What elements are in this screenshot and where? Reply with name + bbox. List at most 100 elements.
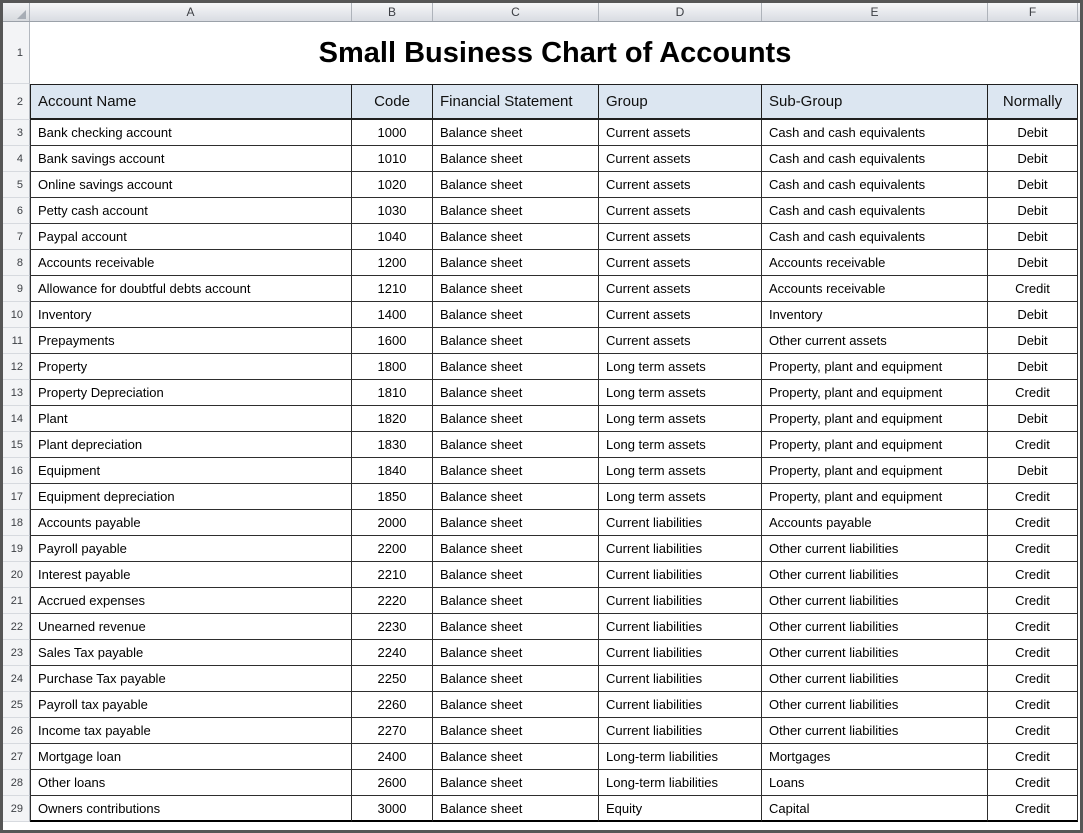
cell-E5[interactable]: Cash and cash equivalents xyxy=(762,172,988,198)
cell-C3[interactable]: Balance sheet xyxy=(433,120,599,146)
cell-F22[interactable]: Credit xyxy=(988,614,1078,640)
cell-B18[interactable]: 2000 xyxy=(352,510,433,536)
row-header-1[interactable]: 1 xyxy=(3,22,30,84)
cell-F19[interactable]: Credit xyxy=(988,536,1078,562)
cell-E7[interactable]: Cash and cash equivalents xyxy=(762,224,988,250)
row-header-25[interactable]: 25 xyxy=(3,692,30,718)
row-header-22[interactable]: 22 xyxy=(3,614,30,640)
cell-B10[interactable]: 1400 xyxy=(352,302,433,328)
cell-E18[interactable]: Accounts payable xyxy=(762,510,988,536)
cell-C22[interactable]: Balance sheet xyxy=(433,614,599,640)
cell-A3[interactable]: Bank checking account xyxy=(30,120,352,146)
row-header-29[interactable]: 29 xyxy=(3,796,30,822)
cell-E8[interactable]: Accounts receivable xyxy=(762,250,988,276)
cell-B23[interactable]: 2240 xyxy=(352,640,433,666)
cell-B3[interactable]: 1000 xyxy=(352,120,433,146)
cell-F18[interactable]: Credit xyxy=(988,510,1078,536)
cell-A11[interactable]: Prepayments xyxy=(30,328,352,354)
cell-F23[interactable]: Credit xyxy=(988,640,1078,666)
cell-E10[interactable]: Inventory xyxy=(762,302,988,328)
cell-C17[interactable]: Balance sheet xyxy=(433,484,599,510)
cell-F5[interactable]: Debit xyxy=(988,172,1078,198)
cell-B14[interactable]: 1820 xyxy=(352,406,433,432)
cell-A27[interactable]: Mortgage loan xyxy=(30,744,352,770)
cell-E6[interactable]: Cash and cash equivalents xyxy=(762,198,988,224)
row-header-23[interactable]: 23 xyxy=(3,640,30,666)
cell-B16[interactable]: 1840 xyxy=(352,458,433,484)
row-header-24[interactable]: 24 xyxy=(3,666,30,692)
cell-C14[interactable]: Balance sheet xyxy=(433,406,599,432)
cell-D18[interactable]: Current liabilities xyxy=(599,510,762,536)
cell-C21[interactable]: Balance sheet xyxy=(433,588,599,614)
cell-E19[interactable]: Other current liabilities xyxy=(762,536,988,562)
cell-A29[interactable]: Owners contributions xyxy=(30,796,352,822)
cell-E24[interactable]: Other current liabilities xyxy=(762,666,988,692)
cell-C19[interactable]: Balance sheet xyxy=(433,536,599,562)
cell-D29[interactable]: Equity xyxy=(599,796,762,822)
cell-C10[interactable]: Balance sheet xyxy=(433,302,599,328)
cell-A25[interactable]: Payroll tax payable xyxy=(30,692,352,718)
cell-F26[interactable]: Credit xyxy=(988,718,1078,744)
header-cell-financial-statement[interactable]: Financial Statement xyxy=(433,84,599,120)
cell-B19[interactable]: 2200 xyxy=(352,536,433,562)
sheet-title-cell[interactable]: Small Business Chart of Accounts xyxy=(30,22,1080,84)
cell-C23[interactable]: Balance sheet xyxy=(433,640,599,666)
column-header-e[interactable]: E xyxy=(762,3,988,21)
row-header-4[interactable]: 4 xyxy=(3,146,30,172)
cell-E25[interactable]: Other current liabilities xyxy=(762,692,988,718)
cell-D5[interactable]: Current assets xyxy=(599,172,762,198)
cell-F27[interactable]: Credit xyxy=(988,744,1078,770)
cell-C11[interactable]: Balance sheet xyxy=(433,328,599,354)
cell-F6[interactable]: Debit xyxy=(988,198,1078,224)
cell-D13[interactable]: Long term assets xyxy=(599,380,762,406)
cell-E4[interactable]: Cash and cash equivalents xyxy=(762,146,988,172)
column-header-f[interactable]: F xyxy=(988,3,1078,21)
cell-C16[interactable]: Balance sheet xyxy=(433,458,599,484)
row-header-6[interactable]: 6 xyxy=(3,198,30,224)
cell-B12[interactable]: 1800 xyxy=(352,354,433,380)
cell-B26[interactable]: 2270 xyxy=(352,718,433,744)
cell-B13[interactable]: 1810 xyxy=(352,380,433,406)
cell-A19[interactable]: Payroll payable xyxy=(30,536,352,562)
cell-E9[interactable]: Accounts receivable xyxy=(762,276,988,302)
cell-F28[interactable]: Credit xyxy=(988,770,1078,796)
cell-C8[interactable]: Balance sheet xyxy=(433,250,599,276)
cell-A26[interactable]: Income tax payable xyxy=(30,718,352,744)
cell-C15[interactable]: Balance sheet xyxy=(433,432,599,458)
cell-D23[interactable]: Current liabilities xyxy=(599,640,762,666)
cell-E15[interactable]: Property, plant and equipment xyxy=(762,432,988,458)
header-cell-normally[interactable]: Normally xyxy=(988,84,1078,120)
cell-D28[interactable]: Long-term liabilities xyxy=(599,770,762,796)
cell-A10[interactable]: Inventory xyxy=(30,302,352,328)
cell-A16[interactable]: Equipment xyxy=(30,458,352,484)
column-header-b[interactable]: B xyxy=(352,3,433,21)
cell-C26[interactable]: Balance sheet xyxy=(433,718,599,744)
cell-D6[interactable]: Current assets xyxy=(599,198,762,224)
cell-A14[interactable]: Plant xyxy=(30,406,352,432)
cell-E14[interactable]: Property, plant and equipment xyxy=(762,406,988,432)
cell-F9[interactable]: Credit xyxy=(988,276,1078,302)
cell-F13[interactable]: Credit xyxy=(988,380,1078,406)
cell-B9[interactable]: 1210 xyxy=(352,276,433,302)
cell-B27[interactable]: 2400 xyxy=(352,744,433,770)
cell-C4[interactable]: Balance sheet xyxy=(433,146,599,172)
cell-D3[interactable]: Current assets xyxy=(599,120,762,146)
cell-F20[interactable]: Credit xyxy=(988,562,1078,588)
cell-B29[interactable]: 3000 xyxy=(352,796,433,822)
cell-C27[interactable]: Balance sheet xyxy=(433,744,599,770)
cell-D4[interactable]: Current assets xyxy=(599,146,762,172)
row-header-3[interactable]: 3 xyxy=(3,120,30,146)
cell-C5[interactable]: Balance sheet xyxy=(433,172,599,198)
cell-B17[interactable]: 1850 xyxy=(352,484,433,510)
row-header-20[interactable]: 20 xyxy=(3,562,30,588)
cell-B4[interactable]: 1010 xyxy=(352,146,433,172)
cell-C9[interactable]: Balance sheet xyxy=(433,276,599,302)
cell-D19[interactable]: Current liabilities xyxy=(599,536,762,562)
cell-E27[interactable]: Mortgages xyxy=(762,744,988,770)
cell-C18[interactable]: Balance sheet xyxy=(433,510,599,536)
cell-D17[interactable]: Long term assets xyxy=(599,484,762,510)
cell-E3[interactable]: Cash and cash equivalents xyxy=(762,120,988,146)
cell-F21[interactable]: Credit xyxy=(988,588,1078,614)
cell-A21[interactable]: Accrued expenses xyxy=(30,588,352,614)
cell-B21[interactable]: 2220 xyxy=(352,588,433,614)
